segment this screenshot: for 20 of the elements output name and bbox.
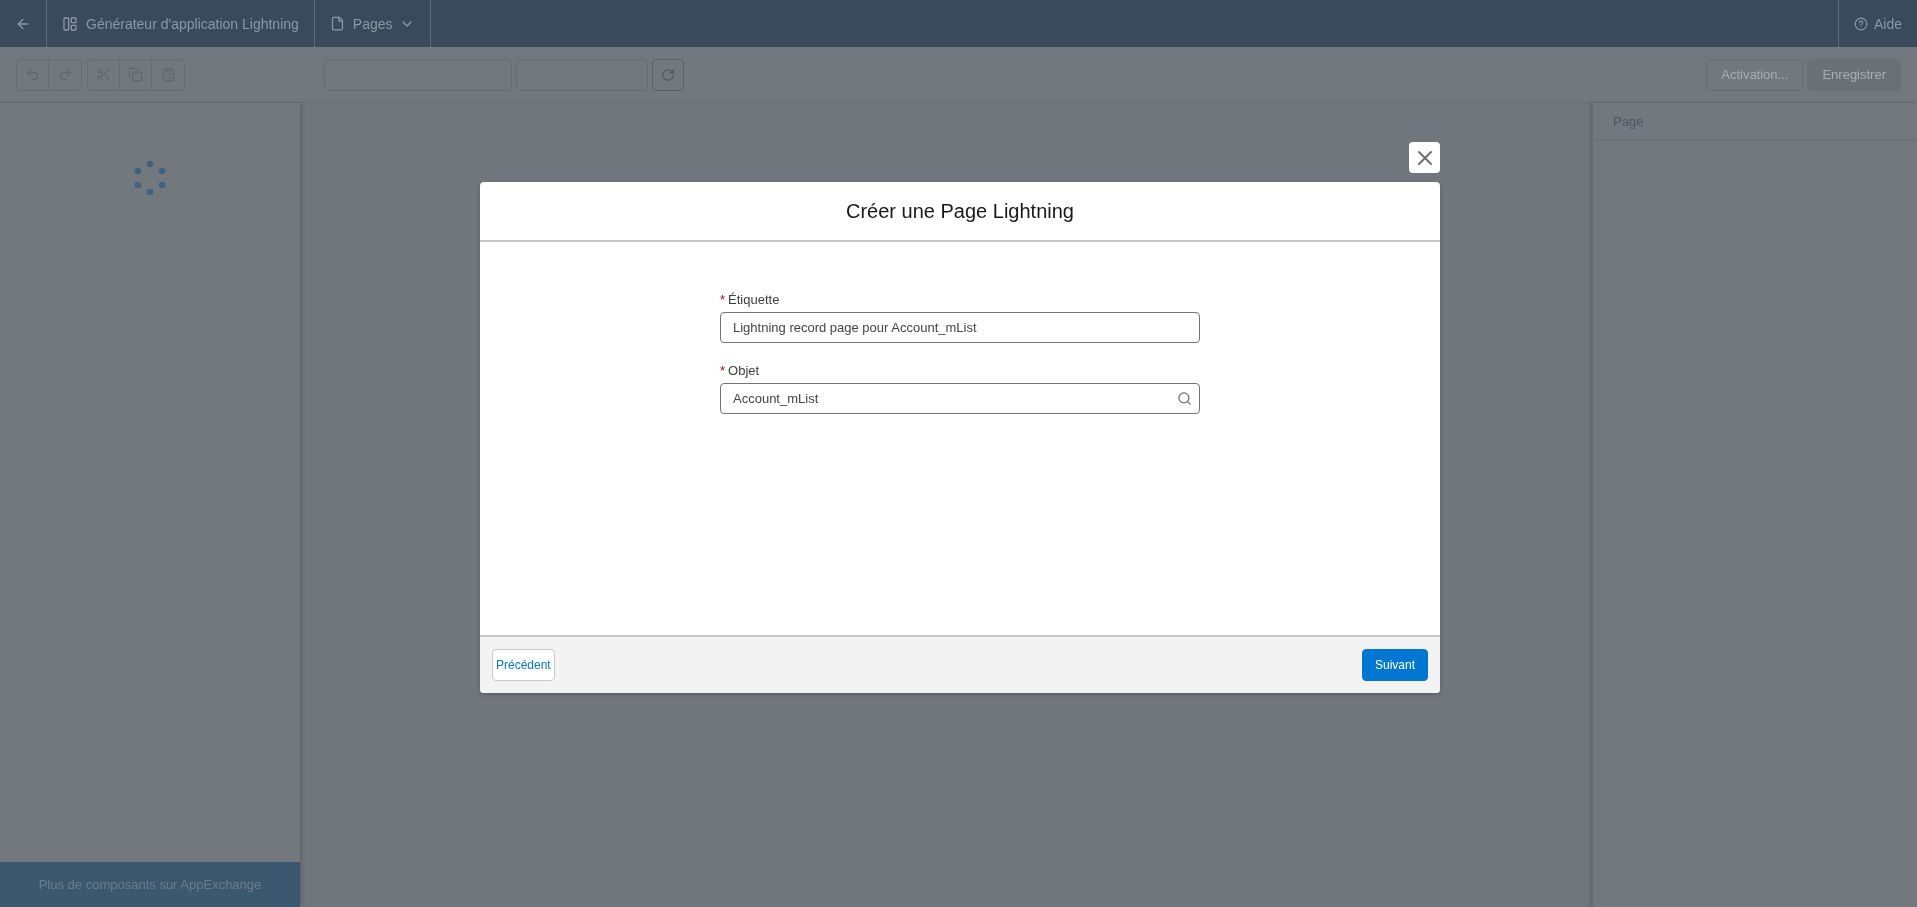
label-text: Étiquette [728,292,780,307]
app-layout-icon [62,15,78,32]
required-mark: * [720,363,726,378]
previous-button[interactable]: Précédent [492,649,555,681]
input-field[interactable]: Lightning record page pour Account_mList [720,312,1200,343]
modal-title: Créer une Page Lightning [846,199,1074,223]
required-mark: * [720,292,726,307]
app-title: Générateur d'application Lightning [86,15,299,32]
refresh-button[interactable] [652,58,684,91]
lookup-field[interactable]: Account_mList [720,383,1200,414]
help-link[interactable]: Aide [1853,15,1902,32]
help-icon [1853,16,1868,31]
save-button[interactable]: Enregistrer [1807,58,1901,91]
refresh-icon [661,67,675,82]
pages-menu[interactable]: Pages [352,15,415,32]
label-text: Objet [728,363,760,378]
next-button[interactable]: Suivant [1361,649,1428,681]
close-button[interactable] [1409,142,1440,173]
file-icon [329,16,345,31]
search-icon[interactable] [1177,391,1192,406]
